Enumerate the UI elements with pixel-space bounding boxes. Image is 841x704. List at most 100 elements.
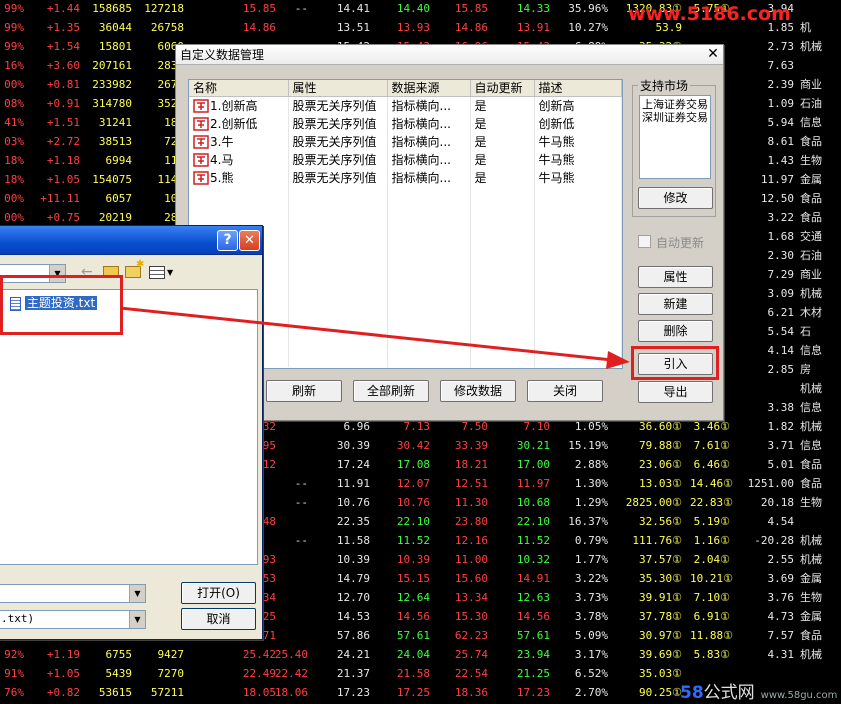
auto-update-checkbox[interactable] <box>638 235 651 248</box>
data-list-row[interactable]: 5.熊 股票无关序列值 指标横向... 是牛马熊 <box>189 169 622 187</box>
quote-cell-c1: 25.42 <box>242 648 276 661</box>
import-button[interactable]: 引入 <box>638 353 713 375</box>
market-list[interactable]: 上海证券交易 深圳证券交易 <box>639 95 711 179</box>
quote-cell-c6: 14.56 <box>516 610 550 623</box>
quote-cell-c2 <box>268 589 308 607</box>
quote-cell-c9: 6.46① <box>693 458 730 471</box>
quote-cell-c2: 22.42 <box>274 667 308 680</box>
quote-cell-c10: 2.55 <box>767 553 795 566</box>
quote-cell-c7: 2.70% <box>574 686 608 699</box>
dialog-close-icon[interactable]: ✕ <box>705 47 721 62</box>
quote-cell-c8: 32.56① <box>639 515 682 528</box>
quote-cell-v1: 6755 <box>105 648 133 661</box>
data-list-row[interactable]: 4.马 股票无关序列值 指标横向... 是牛马熊 <box>189 151 622 169</box>
new-button[interactable]: 新建 <box>638 293 713 315</box>
col-header-auto[interactable]: 自动更新 <box>470 80 535 97</box>
quote-cell-c11: 商业 <box>800 268 822 281</box>
quote-cell-v1: 314780 <box>92 97 132 110</box>
cell-desc: 创新高 <box>534 96 622 115</box>
empty-cell <box>387 277 471 295</box>
filetype-dropdown-icon[interactable]: ▼ <box>129 611 145 628</box>
empty-cell <box>534 349 622 367</box>
help-icon: ? <box>223 232 232 248</box>
file-list[interactable]: 主题投资.txt <box>0 289 258 565</box>
quote-cell-c6: 10.32 <box>516 553 550 566</box>
quote-cell-pct: 16% <box>4 59 24 72</box>
quote-cell-c8: 79.88① <box>639 439 682 452</box>
back-icon[interactable]: ← <box>81 264 93 280</box>
export-button[interactable]: 导出 <box>638 381 713 403</box>
modify-data-button[interactable]: 修改数据 <box>440 380 516 402</box>
quote-cell-c11: 金属 <box>800 572 822 585</box>
quote-cell-c3: 24.21 <box>336 648 370 661</box>
up-folder-icon[interactable] <box>103 266 119 278</box>
watermark-bottom-url: www.58gu.com <box>760 690 838 701</box>
view-dropdown-icon[interactable]: ▼ <box>167 268 173 277</box>
quote-cell-c10: 3.38 <box>767 401 795 414</box>
file-dialog-titlebar[interactable]: ? ✕ <box>0 226 262 255</box>
help-button[interactable]: ? <box>217 230 238 251</box>
filename-dropdown-icon[interactable]: ▼ <box>129 585 145 602</box>
delete-button[interactable]: 删除 <box>638 320 713 342</box>
quote-cell-chg: +2.72 <box>46 135 80 148</box>
cell-attr: 股票无关序列值 <box>288 96 388 115</box>
col-header-attr[interactable]: 属性 <box>288 80 388 97</box>
quote-cell-c2 <box>268 627 308 645</box>
quote-cell-c7: 1.77% <box>574 553 608 566</box>
quote-cell-c3: 13.51 <box>336 21 370 34</box>
quote-cell-pct: 99% <box>4 40 24 53</box>
quote-cell-v1: 233982 <box>92 78 132 91</box>
quote-cell-chg: +1.54 <box>46 40 80 53</box>
filetype-combo[interactable]: .txt) ▼ <box>0 610 146 629</box>
cell-auto: 是 <box>470 133 535 151</box>
market-item-sh[interactable]: 上海证券交易 <box>642 98 708 111</box>
quote-cell-v1: 38513 <box>98 135 132 148</box>
quote-cell-c5: 23.80 <box>454 515 488 528</box>
close-button[interactable]: 关闭 <box>527 380 603 402</box>
cell-auto: 是 <box>470 151 535 169</box>
view-menu-icon[interactable] <box>149 266 165 279</box>
data-list-row[interactable]: 1.创新高 股票无关序列值 指标横向... 是创新高 <box>189 96 622 115</box>
file-item[interactable]: 主题投资.txt <box>10 294 98 311</box>
quote-cell-c10: 6.21 <box>767 306 795 319</box>
col-header-desc[interactable]: 描述 <box>534 80 622 97</box>
col-header-name[interactable]: 名称 <box>189 80 289 97</box>
property-button[interactable]: 属性 <box>638 266 713 288</box>
empty-cell <box>288 295 388 313</box>
quote-cell-c7: 35.96% <box>568 2 608 15</box>
col-header-source[interactable]: 数据来源 <box>387 80 471 97</box>
data-list-header: 名称 属性 数据来源 自动更新 描述 <box>189 80 622 97</box>
filename-combo[interactable]: ▼ <box>0 584 146 603</box>
quote-cell-c11: 石 <box>800 325 811 338</box>
modify-market-button[interactable]: 修改 <box>638 187 713 209</box>
cell-desc: 牛马熊 <box>534 151 622 169</box>
quote-cell-c5: 15.60 <box>454 572 488 585</box>
quote-cell-c4: 22.10 <box>396 515 430 528</box>
cell-name: 4.马 <box>189 151 289 169</box>
quote-row[interactable]: 92% +1.19 6755 9427 25.42 25.40 24.21 24.04 25.7… <box>0 646 841 664</box>
empty-cell <box>470 223 535 241</box>
refresh-button[interactable]: 刷新 <box>266 380 342 402</box>
cell-source: 指标横向... <box>387 115 471 133</box>
empty-cell <box>470 349 535 367</box>
quote-cell-v1: 31241 <box>98 116 132 129</box>
quote-cell-c11: 机械 <box>800 40 822 53</box>
dialog-titlebar[interactable]: 自定义数据管理 ✕ <box>176 45 723 65</box>
quote-cell-c10: 12.50 <box>760 192 794 205</box>
empty-cell <box>387 349 471 367</box>
data-list-row[interactable]: 2.创新低 股票无关序列值 指标横向... 是创新低 <box>189 115 622 133</box>
quote-cell-c3: 12.70 <box>336 591 370 604</box>
cell-auto: 是 <box>470 115 535 133</box>
lookin-dropdown-icon[interactable]: ▼ <box>49 265 65 282</box>
quote-cell-chg: +3.60 <box>46 59 80 72</box>
cancel-button[interactable]: 取消 <box>181 608 256 630</box>
filetype-value: .txt) <box>1 612 35 625</box>
cell-attr: 股票无关序列值 <box>288 151 388 169</box>
file-dialog-close-button[interactable]: ✕ <box>239 230 260 251</box>
open-button[interactable]: 打开(O) <box>181 582 256 604</box>
data-list-row[interactable]: 3.牛 股票无关序列值 指标横向... 是牛马熊 <box>189 133 622 151</box>
market-item-sz[interactable]: 深圳证券交易 <box>642 111 708 124</box>
refresh-all-button[interactable]: 全部刷新 <box>353 380 429 402</box>
quote-cell-c6: 13.91 <box>516 21 550 34</box>
lookin-combo[interactable]: ▼ <box>0 264 66 283</box>
